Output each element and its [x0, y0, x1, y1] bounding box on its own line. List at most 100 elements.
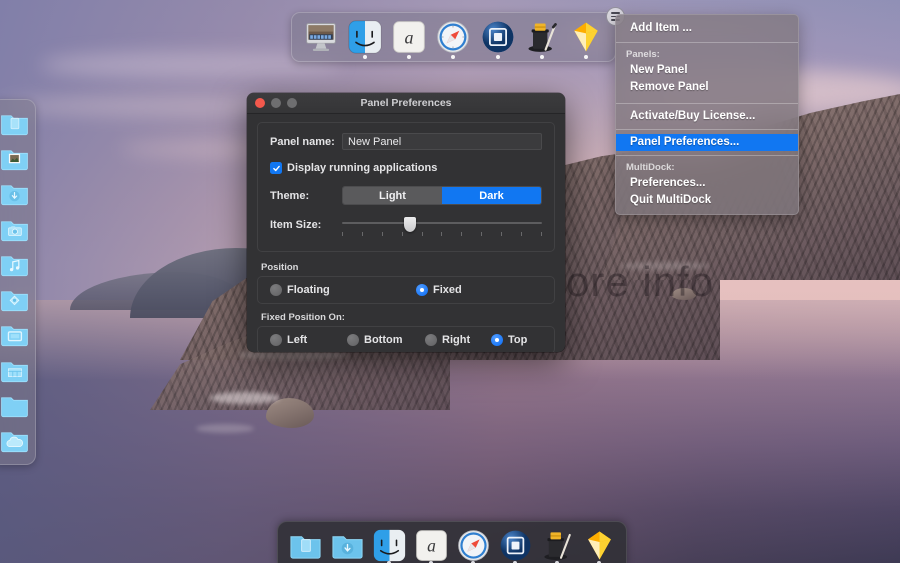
dock-item-finder[interactable]	[345, 17, 384, 59]
running-indicator	[451, 55, 456, 59]
dock-item-keynote-magician[interactable]	[538, 526, 576, 563]
radio-fixed[interactable]	[416, 284, 428, 296]
folder-public-icon	[0, 291, 28, 312]
fixed-position-group-label: Fixed Position On:	[261, 312, 345, 323]
theme-segmented-control[interactable]: Light Dark	[342, 186, 542, 205]
folder-pictures-icon	[0, 150, 28, 171]
theme-option-light[interactable]: Light	[343, 187, 442, 204]
dock-item-downloads[interactable]	[328, 526, 366, 563]
dock-item-music[interactable]	[0, 248, 31, 280]
dock-item-sites[interactable]	[0, 354, 31, 386]
dock-item-public[interactable]	[0, 283, 31, 315]
menu-section-multidock: MultiDock:	[626, 162, 675, 173]
finder-icon	[373, 529, 405, 561]
sketch-icon	[574, 22, 599, 52]
bottom-dock-panel[interactable]: a	[277, 521, 627, 563]
radio-left[interactable]	[270, 334, 282, 346]
left-dock-panel[interactable]	[0, 99, 36, 465]
folder-cloud-icon	[0, 432, 28, 453]
dock-item-font-book[interactable]: a	[390, 17, 429, 59]
panel-name-value: New Panel	[348, 135, 402, 148]
foam-1	[210, 392, 280, 404]
panel-context-menu[interactable]: Add Item ... Panels: New Panel Remove Pa…	[615, 14, 799, 215]
general-settings-group: Panel name: New Panel Display running ap…	[257, 122, 555, 252]
dock-item-camera[interactable]	[0, 213, 31, 245]
theme-option-dark[interactable]: Dark	[442, 187, 541, 204]
fixed-position-option-top[interactable]: Top	[491, 334, 527, 346]
dock-item-safari[interactable]	[454, 526, 492, 563]
radio-top[interactable]	[491, 334, 503, 346]
position-option-fixed[interactable]: Fixed	[416, 284, 462, 296]
zoom-button[interactable]	[287, 98, 297, 108]
position-option-floating[interactable]: Floating	[270, 284, 416, 296]
font-book-icon: a	[415, 529, 447, 561]
slider-track	[342, 222, 542, 224]
dock-item-documents[interactable]	[0, 107, 31, 139]
panel-name-input[interactable]: New Panel	[342, 133, 542, 150]
running-indicator	[495, 55, 500, 59]
menu-item-remove-panel[interactable]: Remove Panel	[616, 79, 798, 96]
radio-right[interactable]	[425, 334, 437, 346]
font-book-icon: a	[393, 21, 425, 53]
mission-control-icon	[482, 21, 514, 53]
menu-item-add-item[interactable]: Add Item ...	[616, 19, 798, 38]
dock-item-safari[interactable]	[434, 17, 473, 59]
dock-item-finder[interactable]	[370, 526, 408, 563]
dock-item-sketch[interactable]	[580, 526, 618, 563]
desktop-screen: more info a a Panel Preferences Panel na…	[0, 0, 900, 563]
panel-name-label: Panel name:	[270, 135, 335, 148]
dock-item-imac[interactable]	[301, 17, 340, 57]
position-radio-row: Floating Fixed	[270, 284, 542, 296]
menu-item-activate-buy-license[interactable]: Activate/Buy License...	[616, 108, 798, 125]
dock-item-downloads[interactable]	[0, 178, 31, 210]
dock-item-mission-control[interactable]	[496, 526, 534, 563]
fixed-position-option-right[interactable]: Right	[425, 334, 491, 346]
safari-icon	[437, 21, 470, 53]
position-group-label: Position	[261, 262, 299, 273]
display-running-checkbox[interactable]	[270, 162, 282, 174]
fixed-position-bottom-label: Bottom	[364, 334, 403, 346]
svg-text:a: a	[427, 535, 436, 555]
folder-downloads-icon	[0, 185, 28, 206]
fixed-position-option-left[interactable]: Left	[270, 334, 347, 346]
dock-item-desktop[interactable]	[0, 319, 31, 351]
position-floating-label: Floating	[287, 284, 330, 296]
dock-item-pictures[interactable]	[0, 142, 31, 174]
theme-row: Theme: Light Dark	[270, 186, 542, 205]
dock-item-font-book[interactable]: a	[412, 526, 450, 563]
dock-item-folder-plain[interactable]	[0, 389, 31, 421]
dock-item-keynote-magician[interactable]	[522, 17, 561, 59]
radio-floating[interactable]	[270, 284, 282, 296]
display-running-row[interactable]: Display running applications	[270, 162, 542, 174]
folder-plain-icon	[0, 397, 28, 418]
window-titlebar[interactable]: Panel Preferences	[247, 93, 565, 114]
close-button[interactable]	[255, 98, 265, 108]
mission-control-icon	[500, 530, 530, 560]
radio-bottom[interactable]	[347, 334, 359, 346]
dock-item-icloud-drive[interactable]	[0, 425, 31, 457]
top-dock-panel[interactable]: a	[291, 7, 625, 62]
minimize-button[interactable]	[271, 98, 281, 108]
safari-icon	[457, 529, 489, 561]
menu-item-preferences[interactable]: Preferences...	[616, 175, 798, 192]
folder-desktop-icon	[0, 326, 28, 347]
dock-item-documents[interactable]	[286, 526, 324, 563]
menu-gap	[616, 96, 798, 99]
running-indicator	[540, 55, 545, 59]
item-size-slider[interactable]	[342, 217, 542, 239]
window-body: Panel name: New Panel Display running ap…	[247, 114, 565, 352]
menu-item-quit-multidock[interactable]: Quit MultiDock	[616, 192, 798, 209]
dock-item-sketch[interactable]	[567, 17, 606, 59]
menu-item-new-panel[interactable]: New Panel	[616, 62, 798, 79]
keynote-magician-icon	[543, 531, 571, 560]
menu-item-panel-preferences[interactable]: Panel Preferences...	[616, 134, 798, 151]
folder-camera-icon	[0, 220, 28, 241]
fixed-position-radio-row: Left Bottom Right Top	[270, 334, 542, 346]
fixed-position-option-bottom[interactable]: Bottom	[347, 334, 425, 346]
menu-section-panels: Panels:	[626, 49, 660, 60]
dock-item-mission-control[interactable]	[478, 17, 517, 59]
panel-preferences-window[interactable]: Panel Preferences Panel name: New Panel	[247, 93, 565, 352]
menu-separator	[616, 42, 798, 43]
fixed-position-right-label: Right	[442, 334, 471, 346]
slider-thumb[interactable]	[404, 217, 416, 232]
